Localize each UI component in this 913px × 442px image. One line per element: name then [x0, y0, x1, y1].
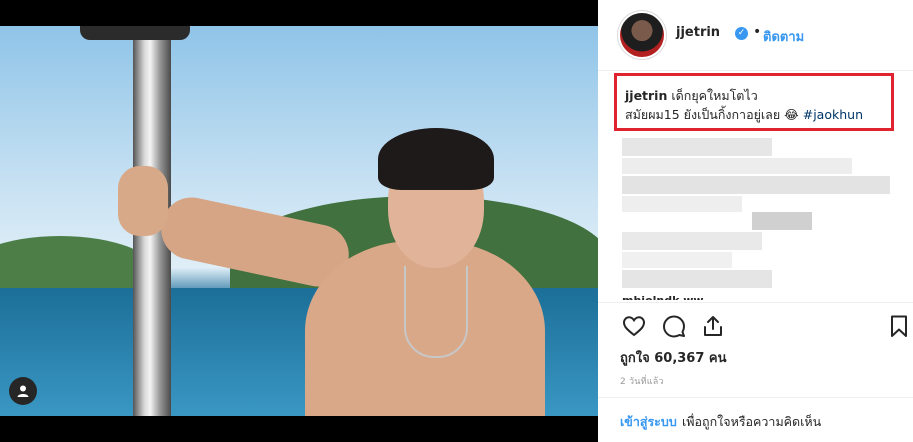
blur-block: [622, 270, 772, 288]
post-image-panel: [0, 0, 598, 442]
bookmark-icon: [891, 315, 907, 337]
blur-block: [752, 212, 812, 230]
blur-block: [622, 252, 732, 268]
likes-count[interactable]: ถูกใจ 60,367 คน: [620, 347, 727, 368]
like-button[interactable]: [622, 314, 646, 338]
share-button[interactable]: [701, 314, 725, 338]
necklace: [404, 266, 468, 358]
post-sidebar: jjetrin ✓ • ติดตาม jjetrin เด็กยุคใหมโตไ…: [598, 0, 913, 442]
divider: [598, 397, 913, 398]
comment-button[interactable]: [662, 314, 686, 338]
pole-cap: [80, 26, 190, 40]
login-link[interactable]: เข้าสู่ระบบ: [620, 412, 677, 432]
username-link[interactable]: jjetrin: [676, 25, 720, 40]
avatar[interactable]: [620, 13, 664, 57]
cut-off-comment: mhiolndk ww: [622, 294, 704, 300]
post-photo[interactable]: [0, 26, 598, 416]
share-icon: [704, 316, 722, 336]
hashtag-link[interactable]: #jaokhun: [803, 107, 863, 122]
verified-badge-icon: ✓: [735, 27, 748, 40]
tagged-users-icon[interactable]: [9, 377, 37, 405]
blur-block: [622, 232, 762, 250]
person-hand: [118, 166, 168, 236]
heart-icon: [622, 316, 646, 337]
login-prompt-text: เพื่อถูกใจหรือความคิดเห็น: [682, 414, 822, 429]
save-button[interactable]: [887, 314, 911, 338]
blur-block: [622, 196, 742, 212]
post-header: jjetrin ✓ • ติดตาม: [598, 0, 913, 71]
blur-block: [622, 176, 890, 194]
post-caption: jjetrin เด็กยุคใหมโตไว สมัยผม15 ยังเป็นก…: [625, 86, 863, 124]
follow-button[interactable]: ติดตาม: [763, 26, 804, 47]
caption-username[interactable]: jjetrin: [625, 88, 667, 103]
post-timestamp[interactable]: 2 วันที่แล้ว: [620, 374, 664, 388]
divider: [598, 302, 913, 303]
comment-icon: [663, 315, 685, 338]
person-hair: [378, 128, 494, 190]
caption-highlight: jjetrin เด็กยุคใหมโตไว สมัยผม15 ยังเป็นก…: [614, 73, 894, 131]
blur-block: [622, 158, 852, 174]
blurred-comments: [622, 138, 892, 298]
blur-block: [622, 138, 772, 156]
caption-line1: เด็กยุคใหมโตไว: [671, 88, 758, 103]
caption-line2: สมัยผม15 ยังเป็นกิ้งกาอยู่เลย 😂: [625, 107, 799, 122]
separator-dot: •: [753, 24, 762, 40]
